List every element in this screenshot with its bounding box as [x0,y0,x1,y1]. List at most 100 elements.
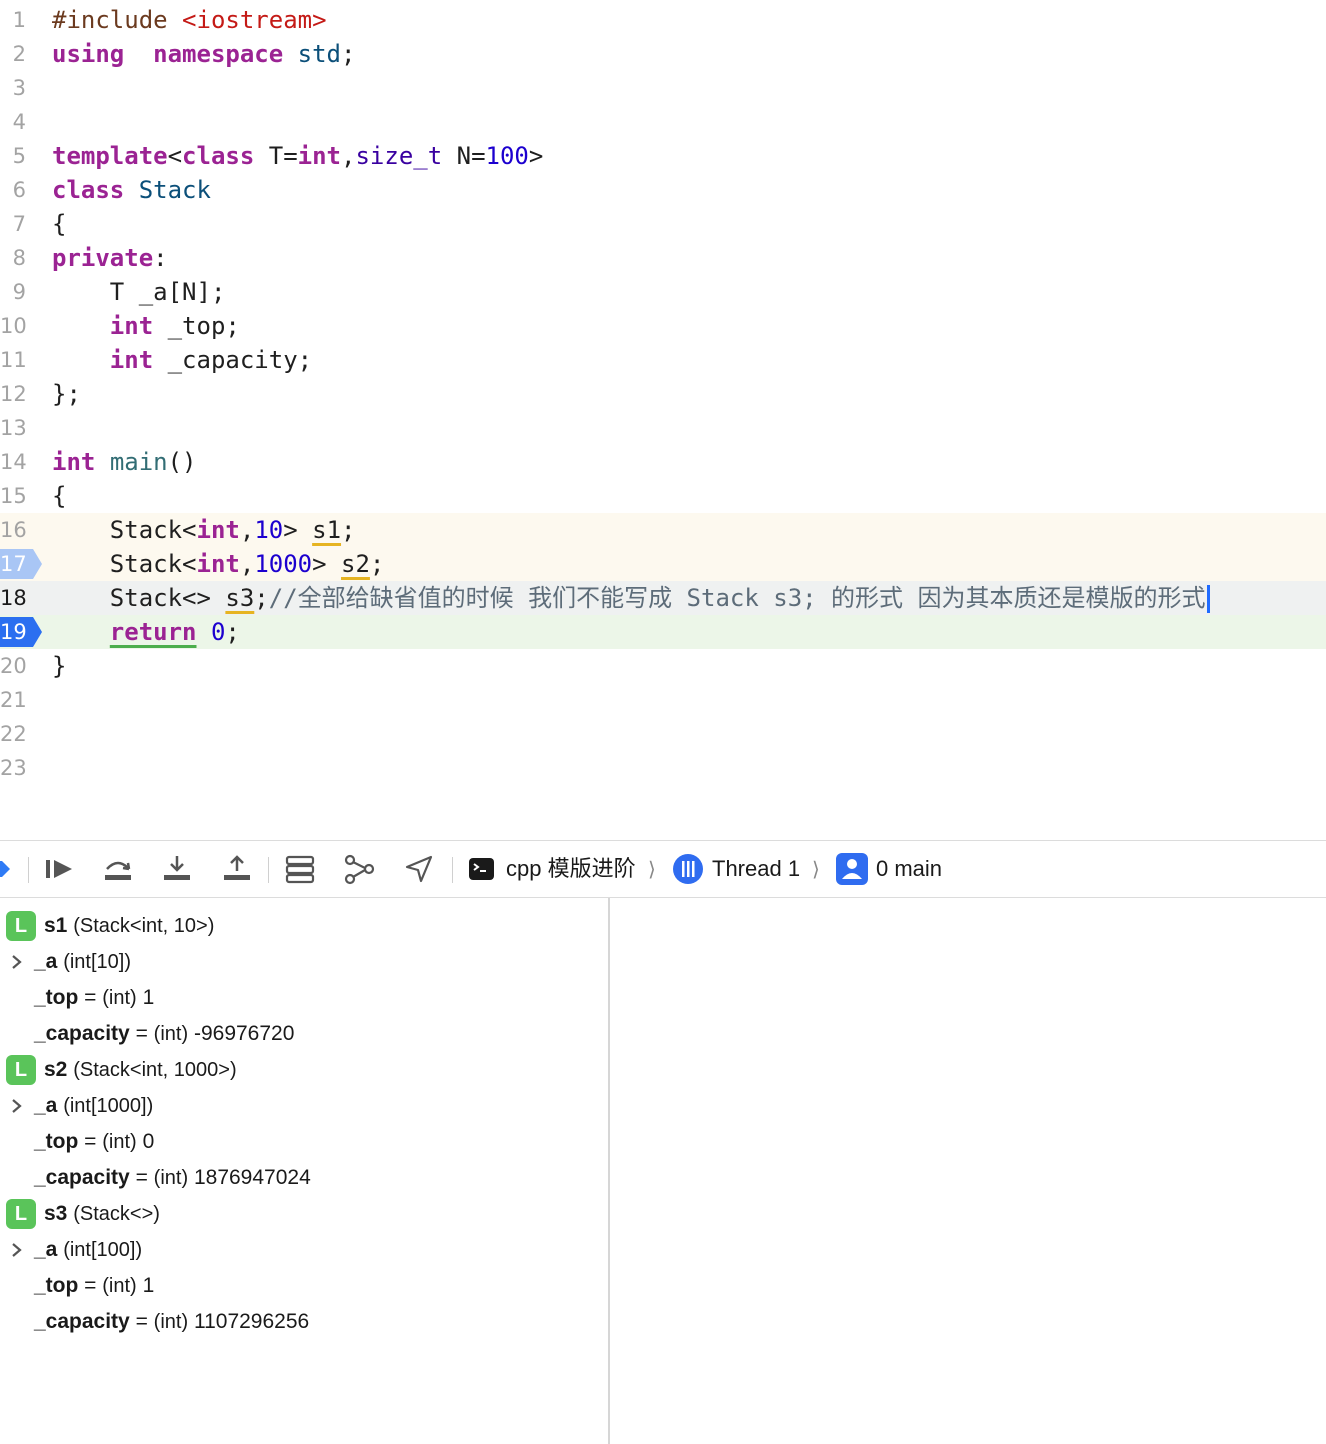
code-text: int _top; [52,309,240,343]
variable-type: (Stack<int, 1000>) [73,1059,237,1081]
code-line[interactable]: 13 [0,411,1326,445]
code-token: > [312,550,342,578]
code-line[interactable]: 12}; [0,377,1326,411]
code-line[interactable]: 15 { [0,479,1326,513]
breadcrumb-thread[interactable]: Thread 1 [712,855,800,883]
variable-row[interactable]: Ls2 (Stack<int, 1000>) [0,1052,600,1088]
code-line[interactable]: 3 [0,71,1326,105]
debug-view-hierarchy-icon[interactable] [343,853,375,885]
equals-sign: = [78,1130,103,1153]
code-line[interactable]: 7{ [0,207,1326,241]
code-token: T _a[N]; [52,278,226,306]
simulate-location-icon[interactable] [403,853,435,885]
variable-type: (Stack<>) [73,1203,160,1225]
code-token: Stack [138,176,211,204]
code-line[interactable]: 16 Stack<int,10> s1; [0,513,1326,547]
line-number: 2 [12,42,26,66]
line-number: 22 [0,722,27,746]
code-text: Stack<> s3;//全部给缺省值的时候 我们不能写成 Stack s3; … [52,581,1210,615]
code-line[interactable]: 2 using namespace std; [0,37,1326,71]
code-line[interactable]: 19 return 0; [0,615,1326,649]
line-number: 11 [0,348,27,372]
member-row[interactable]: _a (int[1000]) [0,1088,600,1124]
breadcrumb-target[interactable]: cpp 模版进阶 [506,855,636,883]
line-number: 10 [0,314,27,338]
code-text: int main() [52,445,197,479]
continue-icon[interactable] [44,853,76,885]
code-line[interactable]: 14 int main() [0,445,1326,479]
code-token: ; [369,550,385,578]
code-text: class Stack [52,173,211,207]
code-line[interactable]: 8 private: [0,241,1326,275]
breadcrumb-frame[interactable]: 0 main [876,855,942,883]
code-line[interactable]: 9 T _a[N]; [0,275,1326,309]
member-row[interactable]: _a (int[100]) [0,1232,600,1268]
code-line[interactable]: 4 [0,105,1326,139]
member-name: _a [34,1094,58,1117]
member-row[interactable]: _top = (int) 1 [0,980,600,1016]
line-number: 23 [0,756,27,780]
disclosure-chevron-icon[interactable] [10,1232,26,1268]
line-number: 13 [0,416,27,440]
code-text: } [52,649,66,683]
code-line[interactable]: 5 template<class T=int,size_t N=100> [0,139,1326,173]
code-token: T= [254,142,298,170]
toolbar-separator [452,857,453,883]
member-row[interactable]: _capacity = (int) 1876947024 [0,1160,600,1196]
code-token: , [239,516,255,544]
code-line[interactable]: 18 Stack<> s3;//全部给缺省值的时候 我们不能写成 Stack s… [0,581,1326,615]
source-editor[interactable]: 1 #include <iostream> 2 using namespace std… [0,0,1326,840]
equals-sign: = [129,1310,154,1333]
code-text: Stack<int,1000> s2; [52,547,385,581]
member-type: (int[1000]) [63,1095,154,1117]
code-token: Stack<> [52,584,226,612]
code-token: main [109,448,168,476]
code-token: s3 [225,584,255,612]
member-name: _capacity [34,1310,130,1333]
code-token: s2 [341,550,370,578]
disclosure-chevron-icon[interactable] [10,1088,26,1124]
line-number: 20 [0,654,27,678]
variable-type: (Stack<int, 10>) [73,915,215,937]
breakpoints-toggle-icon[interactable] [0,853,24,885]
code-line[interactable]: 23 [0,751,1326,785]
member-row[interactable]: _capacity = (int) 1107296256 [0,1304,600,1340]
code-line[interactable]: 22 [0,717,1326,751]
member-row[interactable]: _top = (int) 0 [0,1124,600,1160]
step-into-icon[interactable] [161,853,193,885]
variable-row[interactable]: Ls3 (Stack<>) [0,1196,600,1232]
code-line[interactable]: 17 Stack<int,1000> s2; [0,547,1326,581]
pane-divider[interactable] [608,898,610,1444]
line-number: 9 [12,280,26,304]
variable-row[interactable]: Ls1 (Stack<int, 10>) [0,908,600,944]
member-row[interactable]: _capacity = (int) -96976720 [0,1016,600,1052]
code-line[interactable]: 21 [0,683,1326,717]
code-token: ; [341,40,356,68]
text-cursor [1206,585,1210,613]
code-token: > [283,516,313,544]
code-text: #include <iostream> [52,3,327,37]
view-memory-icon[interactable] [284,853,316,885]
code-line[interactable]: 10 int _top; [0,309,1326,343]
code-token: std [297,40,342,68]
code-token: s1 [312,516,342,544]
chevron-right-icon: ⟩ [648,857,656,881]
member-type: (int) [153,1311,189,1333]
member-row[interactable]: _top = (int) 1 [0,1268,600,1304]
code-token: int [109,346,154,374]
code-line[interactable]: 20} [0,649,1326,683]
code-line[interactable]: 6 class Stack [0,173,1326,207]
step-over-icon[interactable] [102,853,134,885]
member-name: _capacity [34,1022,130,1045]
line-number: 18 [0,586,27,610]
disclosure-chevron-icon[interactable] [10,944,26,980]
member-row[interactable]: _a (int[10]) [0,944,600,980]
debug-toolbar: cpp 模版进阶 ⟩ Thread 1 ⟩ 0 main [0,840,1326,898]
code-line[interactable]: 1 #include <iostream> [0,3,1326,37]
step-out-icon[interactable] [221,853,253,885]
line-number: 19 [0,620,27,644]
code-line[interactable]: 11 int _capacity; [0,343,1326,377]
